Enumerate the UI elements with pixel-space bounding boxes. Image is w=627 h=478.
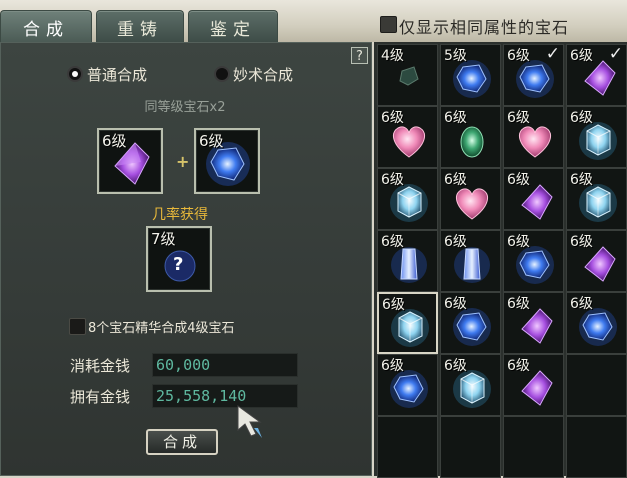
cell-level-label: 6级 bbox=[444, 296, 467, 312]
same-attribute-filter-label: 仅显示相同属性的宝石 bbox=[399, 18, 570, 37]
skill-compose-label: 妙术合成 bbox=[233, 66, 294, 84]
inventory-cell[interactable]: 6级 ✓ bbox=[503, 44, 564, 106]
cell-level-label: 5级 bbox=[444, 48, 467, 64]
cost-label: 消耗金钱 bbox=[70, 357, 131, 375]
essence-compose-checkbox[interactable] bbox=[69, 318, 86, 335]
same-attribute-filter-checkbox[interactable] bbox=[380, 16, 397, 33]
owned-money-value: 25,558,140 bbox=[152, 384, 298, 408]
inventory-cell[interactable]: 6级 bbox=[503, 106, 564, 168]
inventory-cell[interactable]: 6级 bbox=[440, 230, 501, 292]
cell-level-label: 6级 bbox=[507, 234, 530, 250]
checkmark-icon: ✓ bbox=[545, 44, 560, 64]
essence-compose-label: 8个宝石精华合成4级宝石 bbox=[88, 321, 235, 336]
owned-money-label: 拥有金钱 bbox=[70, 388, 131, 406]
cell-level-label: 6级 bbox=[507, 358, 530, 374]
skill-compose-radio[interactable] bbox=[214, 66, 230, 82]
inventory-cell[interactable]: 4级 bbox=[377, 44, 438, 106]
cell-level-label: 6级 bbox=[507, 172, 530, 188]
output-slot: 7级 ? bbox=[146, 226, 212, 292]
cell-level-label: 6级 bbox=[444, 358, 467, 374]
cell-level-label: 6级 bbox=[444, 172, 467, 188]
cell-level-label: 6级 bbox=[507, 48, 530, 64]
input-slot-1[interactable]: 6级 bbox=[97, 128, 163, 194]
inventory-cell[interactable]: 5级 bbox=[440, 44, 501, 106]
cell-level-label: 6级 bbox=[381, 234, 404, 250]
cell-level-label: 6级 bbox=[507, 110, 530, 126]
inventory-cell[interactable]: 6级 bbox=[377, 230, 438, 292]
cell-level-label: 6级 bbox=[444, 234, 467, 250]
tab-recast[interactable]: 重铸 bbox=[96, 10, 184, 43]
inventory-cell[interactable]: 6级 bbox=[377, 292, 438, 354]
inventory-cell[interactable]: 6级 bbox=[566, 168, 627, 230]
checkmark-icon: ✓ bbox=[608, 44, 623, 64]
cell-level-label: 6级 bbox=[570, 234, 593, 250]
cell-level-label: 6级 bbox=[381, 358, 404, 374]
cell-level-label: 4级 bbox=[381, 48, 404, 64]
tab-compose[interactable]: 合成 bbox=[0, 10, 92, 43]
cell-level-label: 6级 bbox=[570, 110, 593, 126]
inventory-cell[interactable]: 6级 bbox=[566, 106, 627, 168]
plus-sign: + bbox=[176, 152, 190, 171]
pointer-cursor-icon bbox=[237, 405, 262, 438]
inventory-cell-empty[interactable] bbox=[566, 354, 627, 416]
inventory-cell[interactable]: 6级 bbox=[440, 354, 501, 416]
cell-level-label: 6级 bbox=[444, 110, 467, 126]
unknown-result-symbol: ? bbox=[173, 254, 184, 275]
inventory-cell[interactable]: 6级 bbox=[377, 106, 438, 168]
tab-identify[interactable]: 鉴定 bbox=[188, 10, 278, 43]
inventory-cell[interactable]: 6级 ✓ bbox=[566, 44, 627, 106]
inventory-cell-empty[interactable] bbox=[566, 416, 627, 478]
requirement-label: 同等级宝石x2 bbox=[144, 100, 226, 115]
inventory-cell[interactable]: 6级 bbox=[440, 292, 501, 354]
cell-level-label: 6级 bbox=[507, 296, 530, 312]
slot-level-label: 7级 bbox=[151, 230, 176, 248]
compose-button[interactable]: 合成 bbox=[146, 429, 218, 455]
inventory-cell[interactable]: 6级 bbox=[440, 106, 501, 168]
inventory-cell[interactable]: 6级 bbox=[566, 230, 627, 292]
help-button[interactable]: ? bbox=[351, 47, 368, 64]
slot-level-label: 6级 bbox=[102, 132, 127, 150]
cell-level-label: 6级 bbox=[570, 172, 593, 188]
inventory-cell[interactable]: 6级 bbox=[503, 230, 564, 292]
cost-value: 60,000 bbox=[152, 353, 298, 377]
cell-level-label: 6级 bbox=[570, 296, 593, 312]
inventory-cell[interactable]: 6级 bbox=[377, 168, 438, 230]
inventory-cell[interactable]: 6级 bbox=[503, 354, 564, 416]
cell-level-label: 6级 bbox=[570, 48, 593, 64]
inventory-cell[interactable]: 6级 bbox=[503, 168, 564, 230]
inventory-cell[interactable]: 6级 bbox=[377, 354, 438, 416]
normal-compose-label: 普通合成 bbox=[87, 66, 148, 84]
inventory-cell-empty[interactable] bbox=[440, 416, 501, 478]
cell-level-label: 6级 bbox=[381, 172, 404, 188]
cell-level-label: 6级 bbox=[382, 297, 405, 313]
inventory-cell[interactable]: 6级 bbox=[566, 292, 627, 354]
inventory-cell[interactable]: 6级 bbox=[440, 168, 501, 230]
normal-compose-radio[interactable] bbox=[67, 66, 83, 82]
cell-level-label: 6级 bbox=[381, 110, 404, 126]
slot-level-label: 6级 bbox=[199, 132, 224, 150]
inventory-cell-empty[interactable] bbox=[377, 416, 438, 478]
chance-label: 几率获得 bbox=[152, 207, 208, 223]
inventory-cell[interactable]: 6级 bbox=[503, 292, 564, 354]
inventory-cell-empty[interactable] bbox=[503, 416, 564, 478]
input-slot-2[interactable]: 6级 bbox=[194, 128, 260, 194]
